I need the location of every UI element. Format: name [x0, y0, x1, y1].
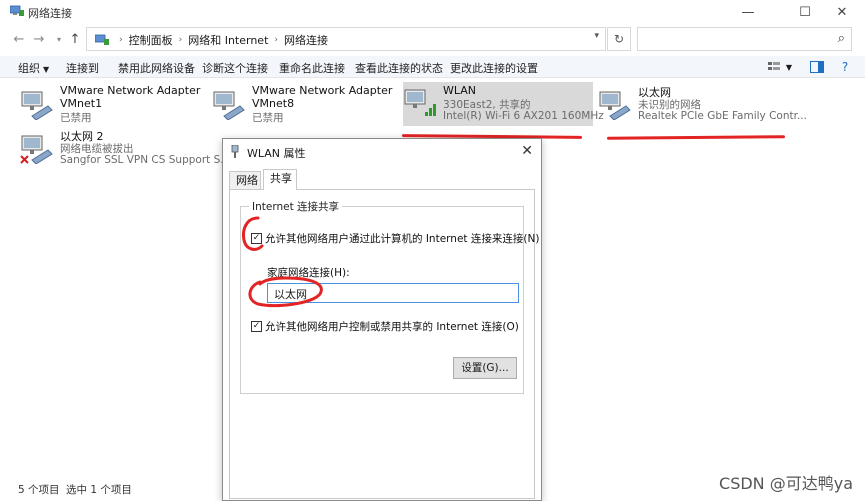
connection-item-vmnet8[interactable]: VMware Network Adapter VMnet8 已禁用 [212, 84, 402, 126]
connection-item-wlan[interactable]: WLAN 330East2, 共享的 Intel(R) Wi-Fi 6 AX20… [403, 82, 604, 126]
rename-button[interactable]: 重命名此连接 [279, 60, 345, 76]
control-panel-icon [95, 34, 109, 45]
selected-count: 选中 1 个项目 [66, 484, 132, 496]
breadcrumb-separator-icon: › [119, 35, 123, 45]
connection-adapter: Realtek PCIe GbE Family Contr... [638, 110, 807, 122]
wlan-properties-dialog: WLAN 属性 ✕ 网络 共享 Internet 连接共享 ✓ 允许其他网络用户… [222, 138, 542, 501]
annotation-circle [248, 276, 323, 308]
breadcrumb-separator-icon: › [274, 35, 279, 45]
search-icon[interactable]: ⌕ [838, 31, 845, 46]
tab-sharing[interactable]: 共享 [263, 169, 297, 190]
connection-name: VMware Network Adapter VMnet8 [252, 84, 393, 110]
change-view-icon[interactable] [764, 59, 786, 75]
watermark: CSDN @可达鸭ya [719, 474, 853, 493]
allow-share-label: 允许其他网络用户通过此计算机的 Internet 连接来连接(N) [265, 233, 540, 245]
settings-button[interactable]: 设置(G)... [453, 357, 517, 379]
network-adapter-icon [599, 91, 631, 120]
chevron-down-icon: ▼ [43, 65, 50, 74]
diagnose-button[interactable]: 诊断这个连接 [202, 60, 268, 76]
search-input[interactable]: ⌕ [637, 27, 852, 51]
refresh-icon[interactable]: ↻ [607, 27, 631, 51]
connection-status: 已禁用 [60, 112, 92, 124]
change-settings-button[interactable]: 更改此连接的设置 [450, 60, 538, 76]
minimize-button[interactable]: — [725, 0, 771, 24]
back-arrow-icon[interactable]: ← [10, 30, 28, 48]
dialog-title-bar: WLAN 属性 ✕ [223, 139, 541, 165]
breadcrumb-network-internet[interactable]: 网络和 Internet [188, 32, 268, 48]
connection-item-vmnet1[interactable]: VMware Network Adapter VMnet1 已禁用 [20, 84, 210, 126]
wifi-adapter-icon [404, 89, 436, 116]
allow-control-checkbox[interactable]: ✓ [251, 321, 262, 332]
command-bar: 组织 ▼ 连接到 禁用此网络设备 诊断这个连接 重命名此连接 查看此连接的状态 更… [0, 56, 865, 78]
connection-adapter: Sangfor SSL VPN CS Support S... [60, 154, 231, 166]
connection-name: VMware Network Adapter VMnet1 [60, 84, 201, 110]
sharing-tab-pane: Internet 连接共享 ✓ 允许其他网络用户通过此计算机的 Internet… [229, 189, 539, 499]
allow-control-label: 允许其他网络用户控制或禁用共享的 Internet 连接(O) [265, 321, 519, 333]
network-folder-icon [10, 5, 24, 16]
close-button[interactable]: ✕ [819, 0, 865, 24]
annotation-underline [606, 135, 786, 140]
ics-group-title: Internet 连接共享 [249, 199, 343, 214]
view-status-button[interactable]: 查看此连接的状态 [355, 60, 443, 76]
dialog-title: WLAN 属性 [247, 147, 306, 160]
network-adapter-icon [21, 91, 53, 120]
breadcrumb-network-connections[interactable]: 网络连接 [284, 32, 328, 48]
breadcrumb: › 控制面板 › 网络和 Internet › 网络连接 [95, 32, 328, 48]
connection-adapter: Intel(R) Wi-Fi 6 AX201 160MHz [443, 110, 604, 122]
item-count: 5 个项目 [18, 484, 60, 496]
up-arrow-icon[interactable]: ↑ [66, 30, 84, 48]
network-adapter-disconnected-icon [20, 135, 53, 164]
connection-item-ethernet[interactable]: 以太网 未识别的网络 Realtek PCIe GbE Family Contr… [598, 84, 807, 126]
tab-network[interactable]: 网络 [229, 171, 261, 189]
address-dropdown-icon[interactable]: ▾ [594, 31, 599, 41]
dialog-close-icon[interactable]: ✕ [521, 143, 533, 159]
wifi-adapter-icon [231, 145, 239, 158]
preview-pane-icon[interactable] [806, 59, 828, 75]
connect-to-button[interactable]: 连接到 [66, 60, 99, 76]
connection-status: 已禁用 [252, 112, 284, 124]
annotation-circle [242, 216, 264, 251]
help-icon[interactable]: ? [834, 59, 856, 75]
connection-item-ethernet-2[interactable]: 以太网 2 网络电缆被拔出 Sangfor SSL VPN CS Support… [20, 128, 230, 170]
network-adapter-icon [213, 91, 245, 120]
connection-name: WLAN [443, 84, 477, 97]
address-bar[interactable]: › 控制面板 › 网络和 Internet › 网络连接 ▾ [86, 27, 606, 51]
breadcrumb-control-panel[interactable]: 控制面板 [129, 32, 173, 48]
window-title: 网络连接 [28, 7, 72, 20]
disable-device-button[interactable]: 禁用此网络设备 [118, 60, 195, 76]
breadcrumb-separator-icon: › [178, 35, 183, 45]
forward-arrow-icon[interactable]: → [30, 30, 48, 48]
view-options-chevron-icon[interactable]: ▼ [784, 59, 794, 75]
address-row: ← → ▾ ↑ › 控制面板 › 网络和 Internet › 网络连接 ▾ ↻… [0, 24, 865, 54]
title-bar: 网络连接 — ☐ ✕ [0, 0, 865, 24]
organize-menu[interactable]: 组织 ▼ [18, 60, 49, 76]
